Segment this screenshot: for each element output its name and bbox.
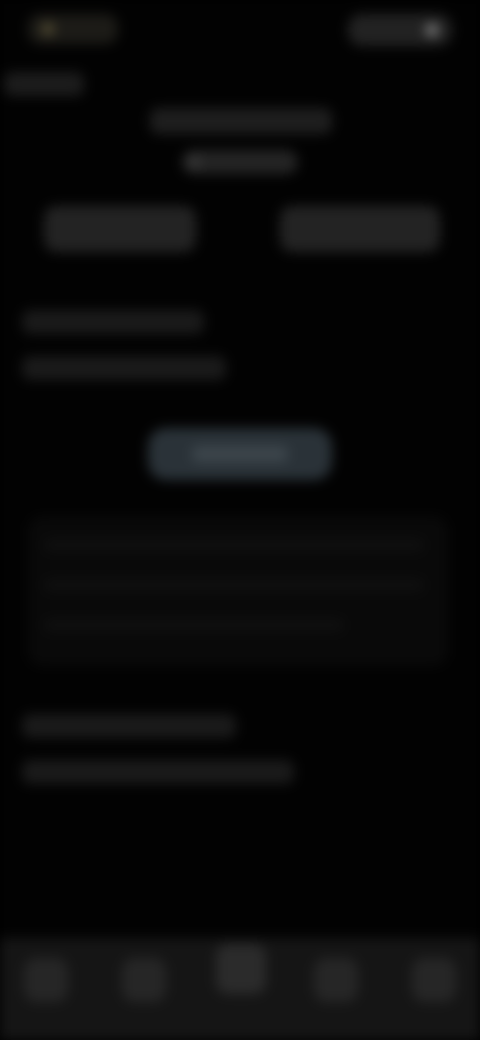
status-dot-icon: [42, 23, 54, 35]
blurred-screen: [0, 0, 480, 1040]
content-card: [28, 516, 448, 666]
status-bar-left: [28, 14, 118, 44]
primary-button-label: [192, 446, 288, 462]
bottom-tab-bar: [0, 938, 480, 1040]
page-title: [150, 108, 332, 134]
option-tile-right[interactable]: [280, 206, 440, 252]
tab-icon[interactable]: [412, 958, 456, 1002]
status-dot-icon: [426, 24, 438, 36]
tab-icon[interactable]: [122, 958, 166, 1002]
body-text-line: [22, 356, 226, 380]
tab-icon[interactable]: [314, 958, 358, 1002]
primary-button[interactable]: [148, 428, 332, 480]
tab-icon[interactable]: [216, 944, 266, 994]
info-text-line: [22, 760, 294, 784]
pill-icon: [188, 156, 200, 168]
status-bar-right: [348, 14, 452, 46]
tab-icon[interactable]: [24, 958, 68, 1002]
card-text-line: [44, 538, 424, 552]
subtitle-pill: [182, 150, 298, 174]
info-text-line: [22, 714, 236, 738]
body-text-line: [22, 310, 204, 334]
card-text-line: [44, 578, 424, 592]
back-link[interactable]: [4, 72, 84, 96]
option-tile-left[interactable]: [44, 206, 196, 252]
card-text-line: [44, 618, 344, 632]
